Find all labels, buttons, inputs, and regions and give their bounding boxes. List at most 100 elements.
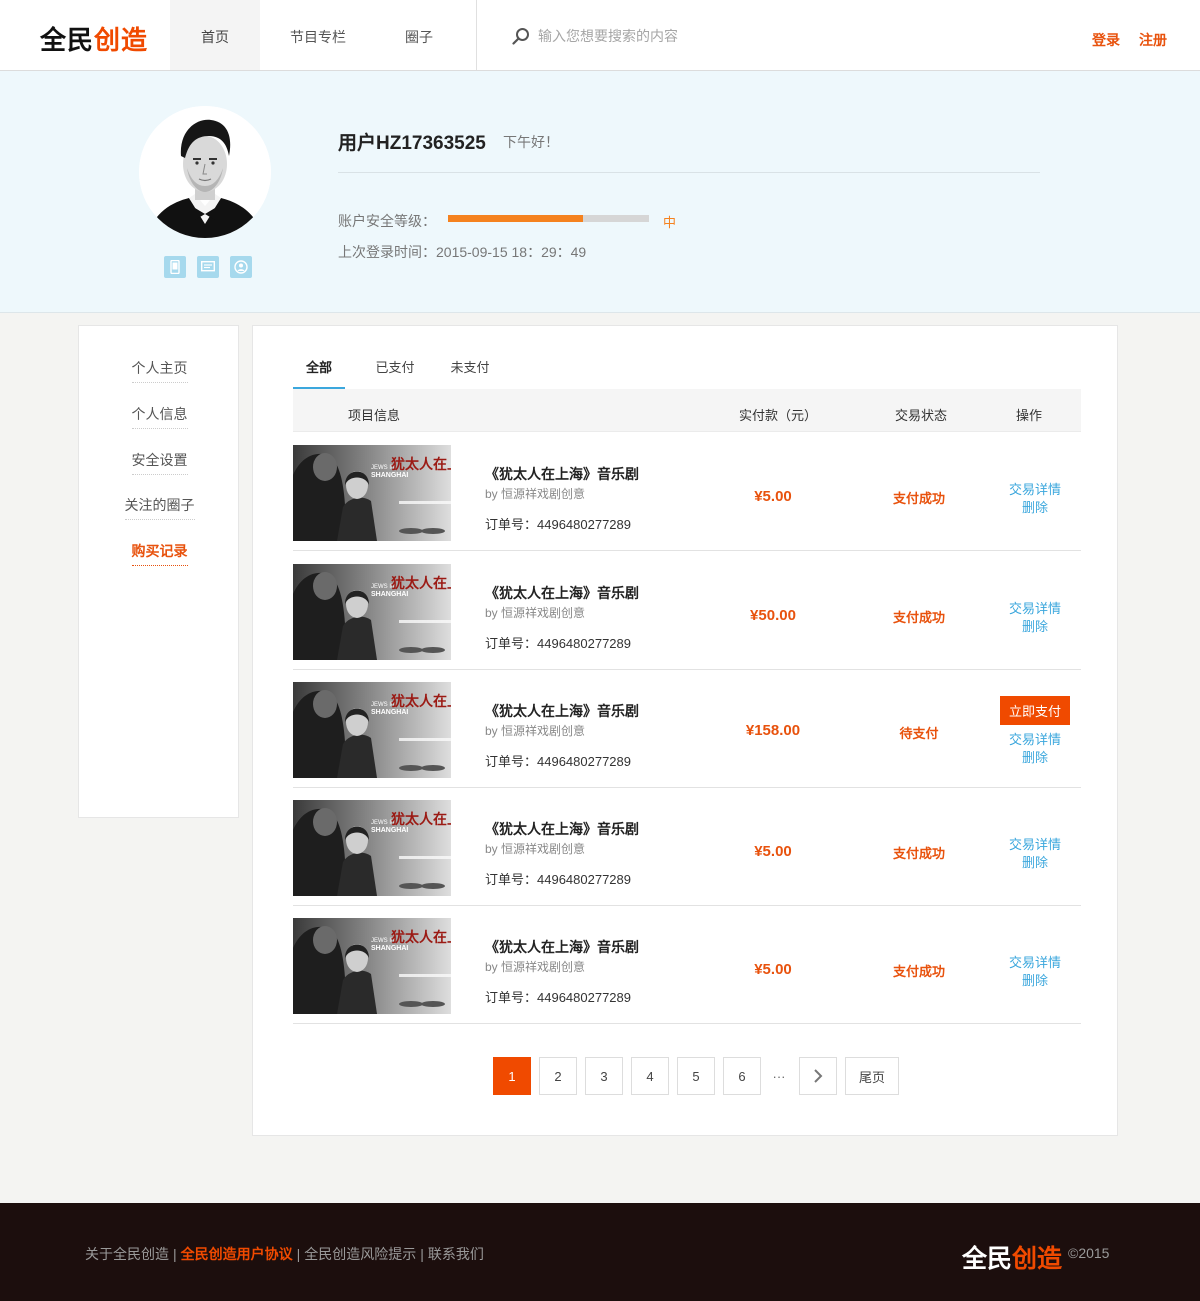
register-link[interactable]: 注册 bbox=[1139, 30, 1167, 50]
sidebar-item-security-link[interactable]: 安全设置 bbox=[131, 450, 188, 475]
project-title[interactable]: 《犹太人在上海》音乐剧 bbox=[485, 937, 639, 957]
poster-title: 犹太人在上海 bbox=[391, 929, 451, 946]
poster-subtitle: SHANGHAI bbox=[371, 472, 408, 479]
delete-link[interactable]: 删除 bbox=[993, 972, 1077, 990]
footer-logo-accent: 创造 bbox=[1012, 1245, 1063, 1273]
table-header: 项目信息 实付款（元） 交易状态 操作 bbox=[293, 389, 1081, 432]
account-binding-icons bbox=[164, 256, 252, 278]
page-button-5[interactable]: 5 bbox=[677, 1057, 715, 1095]
page-button-6[interactable]: 6 bbox=[723, 1057, 761, 1095]
logo-text-accent: 创造 bbox=[94, 25, 149, 55]
trade-status: 支付成功 bbox=[892, 491, 945, 506]
poster-title: 犹太人在上海 bbox=[391, 811, 451, 828]
delete-link[interactable]: 删除 bbox=[993, 618, 1077, 636]
page-button-2[interactable]: 2 bbox=[539, 1057, 577, 1095]
row-actions: 交易详情 删除 bbox=[993, 481, 1077, 517]
sidebar-item-followed-circles-link[interactable]: 关注的圈子 bbox=[124, 495, 195, 520]
search-input[interactable] bbox=[538, 28, 838, 44]
trade-detail-link[interactable]: 交易详情 bbox=[993, 481, 1077, 499]
page-button-4[interactable]: 4 bbox=[631, 1057, 669, 1095]
project-author: by 恒源祥戏剧创意 bbox=[485, 487, 586, 501]
tab-all[interactable]: 全部 bbox=[293, 360, 345, 390]
footer-separator: | bbox=[173, 1246, 177, 1262]
main-nav: 首页 节目专栏 圈子 bbox=[170, 0, 462, 70]
page-button-1[interactable]: 1 bbox=[493, 1057, 531, 1095]
footer-link-contact[interactable]: 联系我们 bbox=[428, 1246, 484, 1262]
project-thumbnail[interactable]: JEWS IN SHANGHAI 犹太人在上海 bbox=[293, 682, 451, 778]
sidebar-item-security: 安全设置 bbox=[79, 450, 240, 475]
nav-item-programs[interactable]: 节目专栏 bbox=[260, 0, 376, 70]
order-number: 订单号：4496480277289 bbox=[485, 517, 631, 532]
logo-text-dark: 全民 bbox=[40, 25, 95, 55]
message-icon[interactable] bbox=[197, 256, 219, 278]
user-icon[interactable] bbox=[230, 256, 252, 278]
project-thumbnail[interactable]: JEWS IN SHANGHAI 犹太人在上海 bbox=[293, 445, 451, 541]
delete-link[interactable]: 删除 bbox=[993, 749, 1077, 767]
trade-status: 支付成功 bbox=[892, 964, 945, 979]
paid-amount: ¥50.00 bbox=[750, 607, 796, 624]
paid-amount: ¥5.00 bbox=[754, 961, 792, 978]
sidebar-item-purchases-link[interactable]: 购买记录 bbox=[131, 541, 188, 566]
project-title[interactable]: 《犹太人在上海》音乐剧 bbox=[485, 583, 639, 603]
tab-unpaid[interactable]: 未支付 bbox=[448, 360, 492, 390]
delete-link[interactable]: 删除 bbox=[993, 854, 1077, 872]
paid-amount: ¥158.00 bbox=[745, 722, 801, 739]
trade-detail-link[interactable]: 交易详情 bbox=[993, 600, 1077, 618]
project-author: by 恒源祥戏剧创意 bbox=[485, 724, 586, 738]
header-ops: 操作 bbox=[1016, 408, 1043, 423]
project-title[interactable]: 《犹太人在上海》音乐剧 bbox=[485, 701, 639, 721]
next-page-button[interactable] bbox=[799, 1057, 837, 1095]
poster-subtitle: SHANGHAI bbox=[371, 591, 408, 598]
project-thumbnail[interactable]: JEWS IN SHANGHAI 犹太人在上海 bbox=[293, 564, 451, 660]
header-amount: 实付款（元） bbox=[739, 408, 818, 423]
project-thumbnail[interactable]: JEWS IN SHANGHAI 犹太人在上海 bbox=[293, 800, 451, 896]
greeting-text: 下午好！ bbox=[503, 134, 559, 150]
footer-link-agreement[interactable]: 全民创造用户协议 bbox=[181, 1246, 293, 1262]
poster-title: 犹太人在上海 bbox=[391, 575, 451, 592]
table-row: JEWS IN SHANGHAI 犹太人在上海 《犹太人在上海》音乐剧 by 恒… bbox=[293, 670, 1081, 788]
sidebar-item-profile-link[interactable]: 个人信息 bbox=[131, 404, 188, 429]
poster-image: JEWS IN SHANGHAI 犹太人在上海 bbox=[293, 800, 451, 896]
footer-link-about[interactable]: 关于全民创造 bbox=[85, 1246, 169, 1262]
avatar[interactable] bbox=[139, 106, 271, 238]
header-status: 交易状态 bbox=[895, 408, 948, 423]
row-actions: 交易详情 删除 bbox=[993, 836, 1077, 872]
last-page-button[interactable]: 尾页 bbox=[845, 1057, 899, 1095]
project-title[interactable]: 《犹太人在上海》音乐剧 bbox=[485, 464, 639, 484]
project-author: by 恒源祥戏剧创意 bbox=[485, 606, 586, 620]
paid-amount: ¥5.00 bbox=[754, 488, 792, 505]
order-number: 订单号：4496480277289 bbox=[485, 636, 631, 651]
footer-separator: | bbox=[420, 1246, 424, 1262]
footer-link-risk[interactable]: 全民创造风险提示 bbox=[304, 1246, 416, 1262]
sidebar-item-profile: 个人信息 bbox=[79, 404, 240, 429]
sidebar-item-home-link[interactable]: 个人主页 bbox=[131, 358, 188, 383]
top-header: 全民创造 首页 节目专栏 圈子 登录 注册 bbox=[0, 0, 1200, 71]
tab-paid[interactable]: 已支付 bbox=[373, 360, 417, 390]
nav-item-home[interactable]: 首页 bbox=[170, 0, 260, 70]
last-login-time: 上次登录时间：2015-09-15 18：29：49 bbox=[338, 244, 587, 260]
search-icon[interactable] bbox=[512, 27, 530, 45]
page-ellipsis: ··· bbox=[772, 1068, 786, 1084]
trade-detail-link[interactable]: 交易详情 bbox=[993, 836, 1077, 854]
header-project-info: 项目信息 bbox=[348, 408, 401, 423]
delete-link[interactable]: 删除 bbox=[993, 499, 1077, 517]
trade-detail-link[interactable]: 交易详情 bbox=[993, 731, 1077, 749]
login-link[interactable]: 登录 bbox=[1092, 30, 1120, 50]
site-footer: 关于全民创造 | 全民创造用户协议 | 全民创造风险提示 | 联系我们 全民创造 ©2015 bbox=[0, 1203, 1200, 1301]
poster-subtitle: SHANGHAI bbox=[371, 827, 408, 834]
project-author: by 恒源祥戏剧创意 bbox=[485, 960, 586, 974]
phone-icon[interactable] bbox=[164, 256, 186, 278]
poster-image: JEWS IN SHANGHAI 犹太人在上海 bbox=[293, 564, 451, 660]
page-button-3[interactable]: 3 bbox=[585, 1057, 623, 1095]
pay-now-button[interactable]: 立即支付 bbox=[1000, 696, 1070, 725]
project-title[interactable]: 《犹太人在上海》音乐剧 bbox=[485, 819, 639, 839]
poster-subtitle: SHANGHAI bbox=[371, 945, 408, 952]
trade-detail-link[interactable]: 交易详情 bbox=[993, 954, 1077, 972]
profile-banner: 用户HZ17363525 下午好！ 账户安全等级： 中 上次登录时间：2015-… bbox=[0, 71, 1200, 313]
site-logo[interactable]: 全民创造 bbox=[40, 20, 148, 57]
row-actions: 交易详情 删除 bbox=[993, 954, 1077, 990]
footer-logo: 全民创造 bbox=[962, 1239, 1062, 1275]
poster-subtitle: SHANGHAI bbox=[371, 709, 408, 716]
project-thumbnail[interactable]: JEWS IN SHANGHAI 犹太人在上海 bbox=[293, 918, 451, 1014]
nav-item-circles[interactable]: 圈子 bbox=[376, 0, 462, 70]
